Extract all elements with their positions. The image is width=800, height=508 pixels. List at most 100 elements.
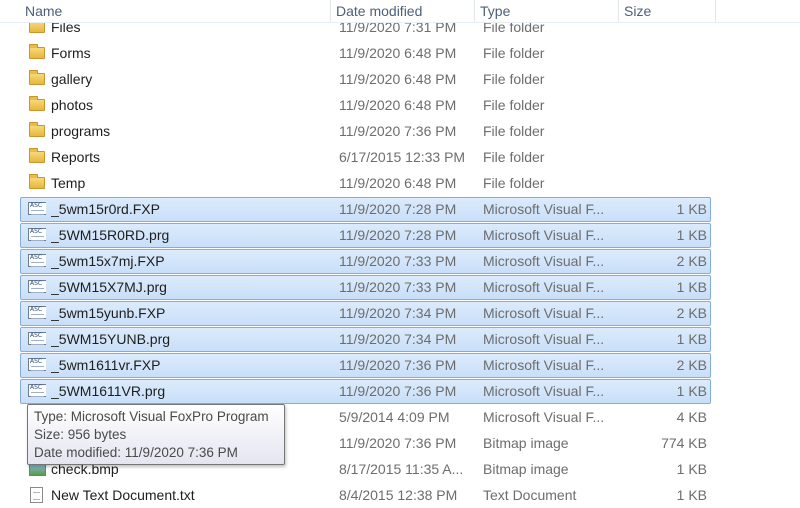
program-file-icon	[26, 354, 46, 377]
file-date-modified: 11/9/2020 6:48 PM	[339, 175, 457, 191]
file-type: Microsoft Visual F...	[483, 253, 605, 269]
file-row[interactable]: Reports 6/17/2015 12:33 PM File folder	[20, 145, 711, 170]
file-size: 1 KB	[676, 461, 707, 477]
file-type: Microsoft Visual F...	[483, 305, 605, 321]
file-date-modified: 11/9/2020 7:28 PM	[339, 201, 457, 217]
file-name: _5WM1611VR.prg	[51, 383, 166, 399]
file-row[interactable]: _5wm15x7mj.FXP 11/9/2020 7:33 PM Microsoft…	[20, 249, 711, 274]
file-name: _5WM15YUNB.prg	[51, 331, 171, 347]
file-date-modified: 11/9/2020 7:28 PM	[339, 227, 457, 243]
file-row[interactable]: gallery 11/9/2020 6:48 PM File folder	[20, 67, 711, 92]
column-header-name[interactable]: Name	[20, 0, 331, 22]
file-row[interactable]: _5WM15X7MJ.prg 11/9/2020 7:33 PM Microsoft…	[20, 275, 711, 300]
column-header-size[interactable]: Size	[619, 0, 716, 22]
file-size	[624, 146, 707, 169]
file-type: Microsoft Visual F...	[483, 357, 605, 373]
file-date-modified: 11/9/2020 7:33 PM	[339, 279, 457, 295]
file-name: Reports	[51, 149, 101, 165]
file-name: gallery	[51, 71, 93, 87]
file-row[interactable]: _5WM1611VR.prg 11/9/2020 7:36 PM Microsoft…	[20, 379, 711, 404]
file-size	[624, 120, 707, 143]
file-row[interactable]: _5wm15r0rd.FXP 11/9/2020 7:28 PM Microsoft…	[20, 197, 711, 222]
file-row[interactable]: photos 11/9/2020 6:48 PM File folder	[20, 93, 711, 118]
file-name: _5WM15X7MJ.prg	[51, 279, 167, 295]
folder-icon	[26, 68, 46, 91]
file-row[interactable]: _5WM15R0RD.prg 11/9/2020 7:28 PM Microsoft…	[20, 223, 711, 248]
file-size: 1 KB	[676, 279, 707, 295]
file-size	[624, 68, 707, 91]
program-file-icon	[26, 198, 46, 221]
tooltip-type: Type: Microsoft Visual FoxPro Program	[34, 409, 269, 424]
file-name: _5wm15x7mj.FXP	[51, 253, 165, 269]
file-size: 2 KB	[676, 305, 707, 321]
folder-icon	[26, 172, 46, 195]
file-type: Bitmap image	[483, 461, 569, 477]
file-type: File folder	[483, 97, 545, 113]
file-date-modified: 11/9/2020 7:36 PM	[339, 357, 457, 373]
file-date-modified: 11/9/2020 7:36 PM	[339, 383, 457, 399]
program-file-icon	[26, 276, 46, 299]
file-size: 1 KB	[676, 227, 707, 243]
file-date-modified: 11/9/2020 7:36 PM	[339, 123, 457, 139]
file-date-modified: 11/9/2020 6:48 PM	[339, 71, 457, 87]
file-date-modified: 11/9/2020 7:34 PM	[339, 305, 457, 321]
file-name: _5wm15r0rd.FXP	[51, 201, 160, 217]
file-type: Microsoft Visual F...	[483, 201, 605, 217]
folder-icon	[26, 94, 46, 117]
program-file-icon	[26, 302, 46, 325]
column-header-date-modified[interactable]: Date modified	[331, 0, 475, 22]
file-size: 2 KB	[676, 253, 707, 269]
file-size: 1 KB	[676, 201, 707, 217]
file-row[interactable]: programs 11/9/2020 7:36 PM File folder	[20, 119, 711, 144]
file-name: photos	[51, 97, 94, 113]
file-name: programs	[51, 123, 111, 139]
file-row[interactable]: _5wm15yunb.FXP 11/9/2020 7:34 PM Microsoft…	[20, 301, 711, 326]
file-date-modified: 8/17/2015 11:35 A...	[339, 461, 464, 477]
program-file-icon	[26, 328, 46, 351]
column-header-type[interactable]: Type	[475, 0, 619, 22]
file-date-modified: 11/9/2020 7:33 PM	[339, 253, 457, 269]
file-row[interactable]: New Text Document.txt 8/4/2015 12:38 PM Te…	[20, 483, 711, 508]
file-type: Microsoft Visual F...	[483, 409, 605, 425]
file-size	[624, 172, 707, 195]
file-type: Microsoft Visual F...	[483, 331, 605, 347]
program-file-icon	[26, 250, 46, 273]
folder-icon	[26, 120, 46, 143]
program-file-icon	[26, 224, 46, 247]
file-row[interactable]: Forms 11/9/2020 6:48 PM File folder	[20, 41, 711, 66]
file-info-tooltip: Type: Microsoft Visual FoxPro Program Si…	[27, 404, 285, 465]
file-name: _5WM15R0RD.prg	[51, 227, 170, 243]
file-type: File folder	[483, 175, 545, 191]
file-type: File folder	[483, 123, 545, 139]
file-row[interactable]: _5WM15YUNB.prg 11/9/2020 7:34 PM Microsoft…	[20, 327, 711, 352]
file-size: 1 KB	[676, 383, 707, 399]
file-size: 1 KB	[676, 331, 707, 347]
tooltip-date-modified: Date modified: 11/9/2020 7:36 PM	[34, 445, 238, 460]
file-type: File folder	[483, 149, 545, 165]
folder-icon	[26, 146, 46, 169]
file-type: Microsoft Visual F...	[483, 383, 605, 399]
file-date-modified: 11/9/2020 6:48 PM	[339, 97, 457, 113]
folder-icon	[26, 42, 46, 65]
file-date-modified: 11/9/2020 7:34 PM	[339, 331, 457, 347]
file-date-modified: 6/17/2015 12:33 PM	[339, 149, 466, 165]
file-size	[624, 42, 707, 65]
file-type: Bitmap image	[483, 435, 569, 451]
file-row[interactable]: _5wm1611vr.FXP 11/9/2020 7:36 PM Microsoft…	[20, 353, 711, 378]
program-file-icon	[26, 380, 46, 403]
file-date-modified: 11/9/2020 6:48 PM	[339, 45, 457, 61]
file-row[interactable]: Temp 11/9/2020 6:48 PM File folder	[20, 171, 711, 196]
file-date-modified: 11/9/2020 7:36 PM	[339, 435, 457, 451]
file-name: _5wm15yunb.FXP	[51, 305, 166, 321]
file-size: 2 KB	[676, 357, 707, 373]
file-name: Temp	[51, 175, 86, 191]
file-type: Microsoft Visual F...	[483, 227, 605, 243]
file-size: 4 KB	[676, 409, 707, 425]
file-name: Forms	[51, 45, 91, 61]
file-type: File folder	[483, 71, 545, 87]
file-date-modified: 5/9/2014 4:09 PM	[339, 409, 450, 425]
file-size	[624, 94, 707, 117]
file-type: Microsoft Visual F...	[483, 279, 605, 295]
file-type: File folder	[483, 45, 545, 61]
tooltip-size: Size: 956 bytes	[34, 427, 127, 442]
